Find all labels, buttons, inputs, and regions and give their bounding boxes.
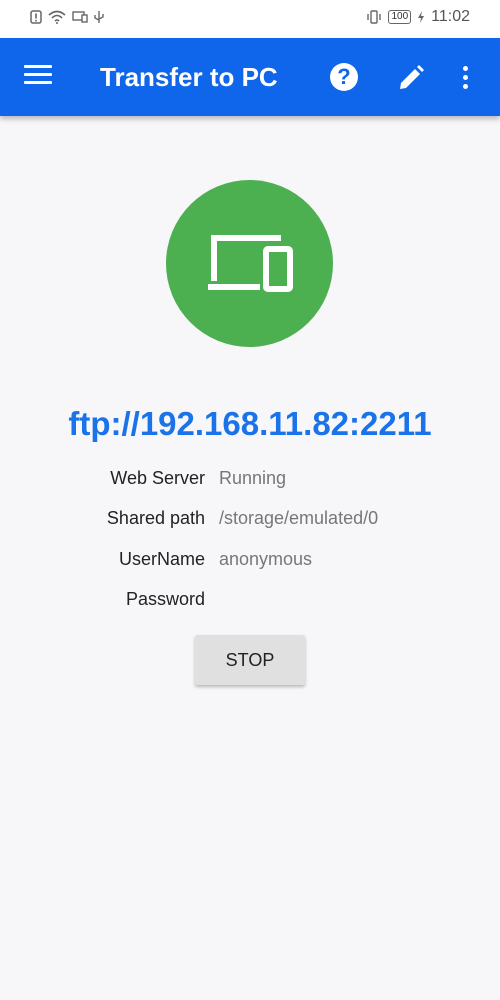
- edit-icon[interactable]: [396, 63, 426, 93]
- cast-icon: [72, 11, 88, 23]
- more-options-icon[interactable]: [461, 66, 469, 90]
- shared-path-label: Shared path: [106, 508, 205, 528]
- username-label: UserName: [118, 549, 205, 569]
- web-server-row: Web Server Running: [0, 468, 500, 498]
- shared-path-row: Shared path /storage/emulated/0: [0, 508, 500, 538]
- web-server-value: Running: [219, 468, 287, 488]
- devices-icon: [208, 235, 293, 292]
- usb-icon: [94, 11, 104, 23]
- status-time: 11:02: [431, 8, 470, 25]
- web-server-label: Web Server: [110, 468, 205, 488]
- app-title: Transfer to PC: [100, 62, 278, 92]
- password-label: Password: [125, 589, 205, 609]
- battery-icon: 100: [388, 10, 412, 24]
- shared-path-value: /storage/emulated/0: [219, 508, 379, 528]
- alert-icon: [30, 10, 42, 24]
- stop-button[interactable]: STOP: [195, 635, 305, 685]
- status-left-icons: [30, 10, 104, 24]
- wifi-icon: [48, 10, 66, 24]
- app-bar: Transfer to PC ?: [0, 38, 500, 116]
- username-row: UserName anonymous: [0, 549, 500, 579]
- status-bar: 100 11:02: [0, 0, 500, 38]
- menu-icon[interactable]: [24, 65, 52, 87]
- status-right-icons: 100 11:02: [366, 8, 470, 26]
- help-icon[interactable]: ?: [330, 63, 358, 91]
- charging-icon: [418, 11, 425, 23]
- vibrate-icon: [367, 10, 382, 24]
- password-row: Password: [0, 589, 500, 619]
- username-value: anonymous: [219, 549, 313, 569]
- devices-icon-circle: [166, 180, 333, 347]
- ftp-url[interactable]: ftp://192.168.11.82:2211: [0, 405, 500, 443]
